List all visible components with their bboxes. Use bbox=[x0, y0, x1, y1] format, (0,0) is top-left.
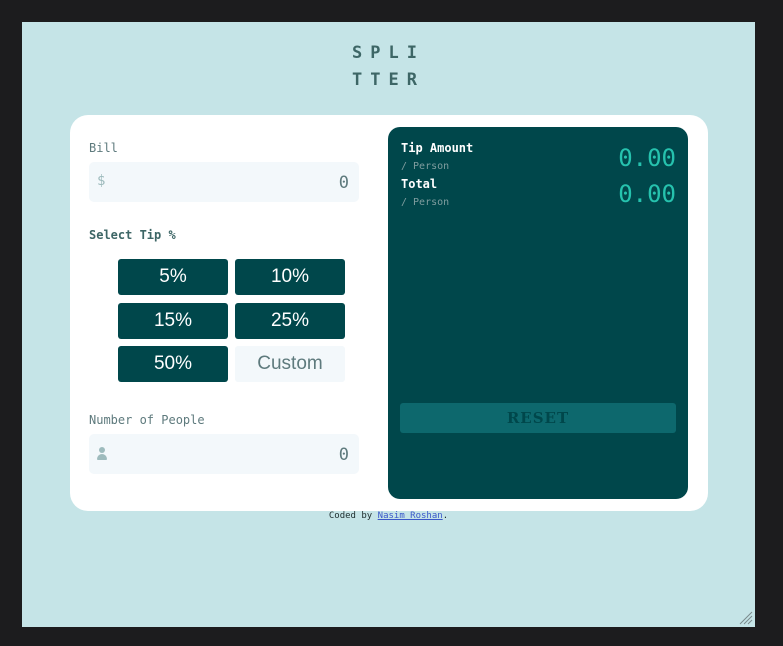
dollar-icon: $ bbox=[97, 173, 106, 189]
custom-tip-input[interactable]: Custom bbox=[235, 346, 345, 382]
tip-button-10[interactable]: 10% bbox=[235, 259, 345, 295]
app-logo: SPLI TTER bbox=[22, 40, 755, 94]
people-label: Number of People bbox=[89, 413, 205, 427]
total-label: Total bbox=[401, 177, 438, 191]
resize-grip-icon[interactable] bbox=[737, 609, 753, 625]
page-viewport: SPLI TTER Bill $ Select Tip % 5% 10% 15%… bbox=[22, 22, 755, 627]
tip-button-15[interactable]: 15% bbox=[118, 303, 228, 339]
logo-line-1: SPLI bbox=[352, 43, 425, 63]
person-icon bbox=[97, 447, 107, 461]
tip-amount-sub: / Person bbox=[401, 161, 450, 172]
bill-input[interactable] bbox=[127, 162, 351, 204]
bill-field[interactable]: $ bbox=[89, 162, 359, 204]
people-input[interactable] bbox=[127, 434, 351, 476]
logo-line-2: TTER bbox=[352, 70, 425, 90]
author-link[interactable]: Nasim Roshan bbox=[378, 511, 443, 521]
total-sub: / Person bbox=[401, 197, 450, 208]
tip-amount-label: Tip Amount bbox=[401, 141, 474, 155]
bill-label: Bill bbox=[89, 141, 118, 155]
total-value: 0.00 bbox=[618, 180, 676, 208]
calculator-card: Bill $ Select Tip % 5% 10% 15% 25% 50% C… bbox=[70, 115, 708, 511]
people-field[interactable] bbox=[89, 434, 359, 476]
reset-button[interactable]: RESET bbox=[400, 403, 676, 433]
tip-button-5[interactable]: 5% bbox=[118, 259, 228, 295]
select-tip-label: Select Tip % bbox=[89, 228, 176, 242]
tip-button-50[interactable]: 50% bbox=[118, 346, 228, 382]
result-panel: Tip Amount / Person 0.00 Total / Person … bbox=[388, 127, 688, 499]
tip-amount-value: 0.00 bbox=[618, 144, 676, 172]
credit-suffix: . bbox=[442, 511, 449, 521]
tip-button-25[interactable]: 25% bbox=[235, 303, 345, 339]
credit-prefix: Coded by bbox=[328, 511, 378, 521]
credit-line: Coded by Nasim Roshan. bbox=[22, 511, 755, 521]
